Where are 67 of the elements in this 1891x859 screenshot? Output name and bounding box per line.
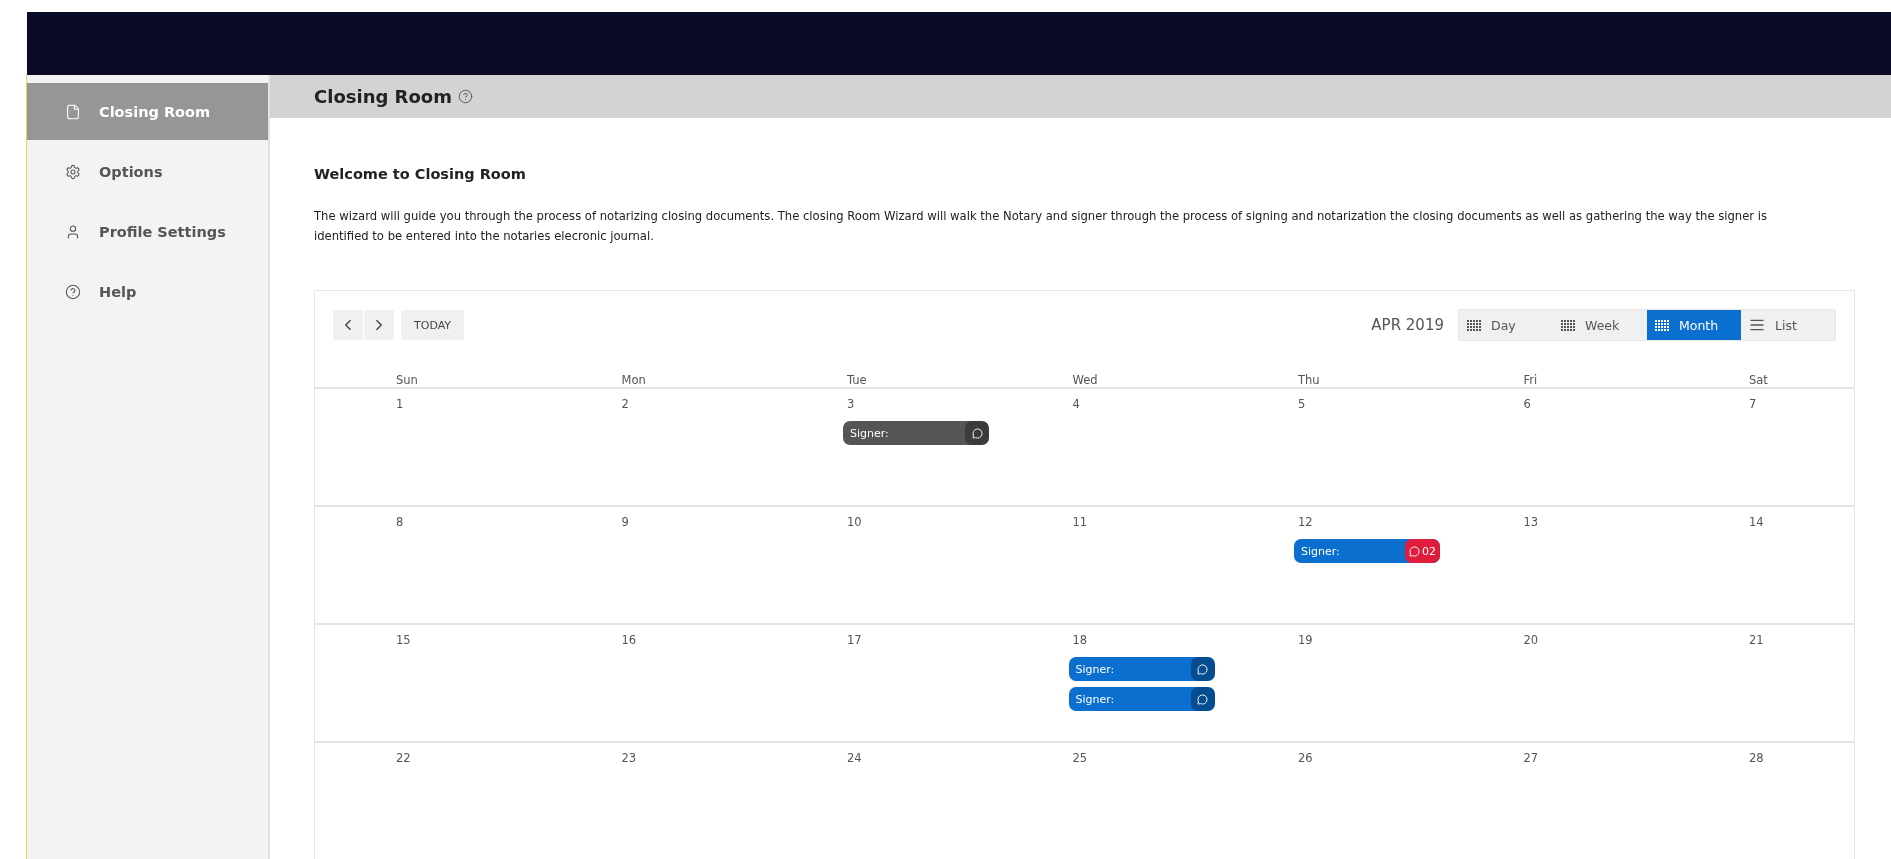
grid-icon <box>1655 319 1669 331</box>
day-number: 28 <box>1749 751 1764 765</box>
day-number: 18 <box>1072 633 1088 647</box>
weekday-label: Mon <box>620 373 647 387</box>
day-number: 11 <box>1072 515 1088 529</box>
day-number: 9 <box>621 515 629 529</box>
day-number: 22 <box>396 751 411 765</box>
calendar-event[interactable]: Signer: <box>1068 687 1215 711</box>
grid-icon <box>1467 319 1481 331</box>
comment-icon <box>1409 545 1420 557</box>
page-title: Closing Room <box>314 86 452 107</box>
sidebar-item[interactable]: Options <box>27 143 268 200</box>
day-number: 17 <box>847 633 862 647</box>
sidebar-item[interactable]: Help <box>27 263 268 320</box>
comment-icon <box>971 427 983 439</box>
weekday-label: Fri <box>1522 373 1539 387</box>
day-number: 21 <box>1749 633 1764 647</box>
day-number: 19 <box>1298 633 1313 647</box>
day-number: 12 <box>1298 515 1313 529</box>
view-tab[interactable]: Week <box>1553 310 1647 340</box>
help-icon <box>65 283 81 300</box>
comment-count: 02 <box>1422 544 1436 558</box>
weekday-label: Sat <box>1748 373 1769 387</box>
day-number: 25 <box>1072 751 1088 765</box>
next-button[interactable] <box>364 310 394 340</box>
help-icon[interactable] <box>457 89 473 104</box>
calendar-event[interactable]: Signer: <box>1068 657 1215 681</box>
day-number: 27 <box>1523 751 1539 765</box>
sidebar-item[interactable]: Profile Settings <box>27 203 268 260</box>
period-label: APR 2019 <box>1371 316 1444 334</box>
day-number: 7 <box>1749 397 1757 411</box>
day-number: 10 <box>847 515 862 529</box>
view-tab[interactable]: Day <box>1459 310 1553 340</box>
day-number: 26 <box>1298 751 1313 765</box>
view-tab[interactable]: Month <box>1647 310 1741 340</box>
intro-text: The wizard will guide you through the process of notarizing closing documents. The closing Room Wizard will walk the Notary and signer through the process of signing and notarization the closing documents as well as gathering the way the signer is identified to be entered into the notaries elecronic journal. <box>314 208 1768 245</box>
day-number: 8 <box>396 515 404 529</box>
day-number: 5 <box>1298 397 1306 411</box>
view-tab[interactable]: List <box>1741 310 1835 340</box>
day-number: 1 <box>396 397 404 411</box>
day-number: 23 <box>621 751 637 765</box>
weekday-label: Sun <box>395 373 419 387</box>
weekday-label: Wed <box>1071 373 1099 387</box>
day-number: 16 <box>621 633 637 647</box>
gear-icon <box>65 163 81 180</box>
calendar-event[interactable]: Signer: <box>843 421 989 445</box>
day-number: 20 <box>1523 633 1539 647</box>
today-button[interactable]: TODAY <box>401 310 465 340</box>
previous-button[interactable] <box>333 310 363 340</box>
list-icon <box>1749 317 1765 333</box>
calendar-event[interactable]: Signer: 02 <box>1294 539 1440 563</box>
weekday-label: Tue <box>846 373 868 387</box>
day-number: 4 <box>1072 397 1080 411</box>
day-number: 24 <box>847 751 862 765</box>
file-icon <box>65 103 81 120</box>
weekday-label: Thu <box>1297 373 1321 387</box>
day-number: 2 <box>621 397 629 411</box>
day-number: 6 <box>1523 397 1531 411</box>
day-number: 13 <box>1523 515 1539 529</box>
welcome-heading: Welcome to Closing Room <box>314 166 527 182</box>
comment-icon <box>1197 663 1208 675</box>
grid-icon <box>1561 319 1575 331</box>
day-number: 3 <box>847 397 855 411</box>
day-number: 15 <box>396 633 411 647</box>
user-icon <box>65 223 81 240</box>
day-number: 14 <box>1749 515 1764 529</box>
comment-icon <box>1197 693 1208 705</box>
